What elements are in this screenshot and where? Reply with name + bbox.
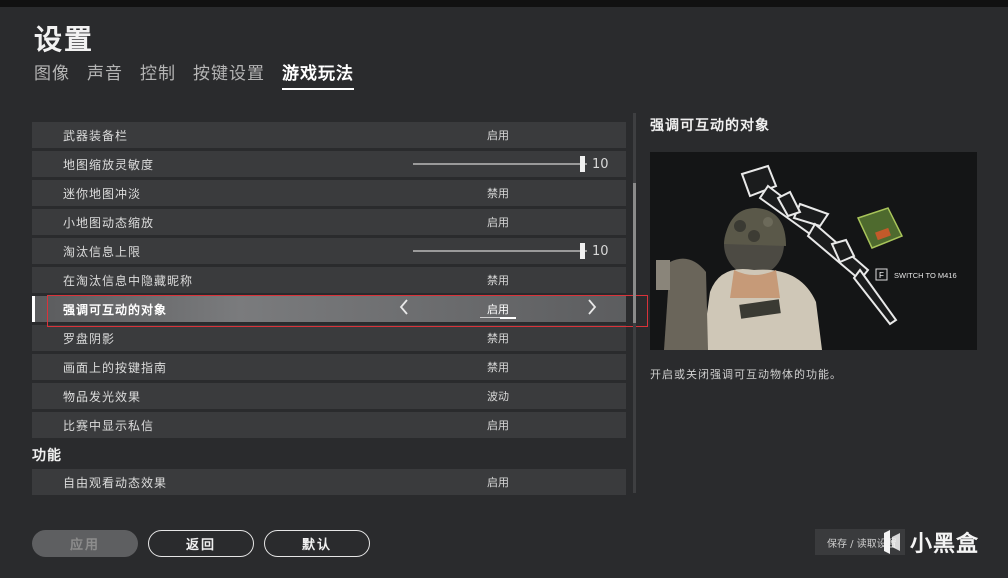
heybox-logo-icon [884, 530, 900, 554]
detail-description: 开启或关闭强调可互动物体的功能。 [650, 368, 842, 381]
top-bar [0, 0, 1008, 7]
setting-row-weapon-bar[interactable]: 武器装备栏 启用 [32, 122, 626, 148]
slider-value: 10 [592, 156, 609, 172]
setting-label: 淘汰信息上限 [63, 244, 142, 259]
setting-label: 小地图动态缩放 [63, 215, 155, 230]
setting-row-map-zoom-sensitivity[interactable]: 地图缩放灵敏度 10 [32, 151, 626, 177]
slider-thumb[interactable] [580, 243, 585, 259]
setting-label: 物品发光效果 [63, 389, 142, 404]
tab-graphics[interactable]: 图像 [34, 59, 70, 90]
setting-label: 迷你地图冲淡 [63, 186, 142, 201]
setting-value[interactable]: 启用 [472, 474, 524, 490]
setting-row-free-look-effect[interactable]: 自由观看动态效果 启用 [32, 469, 626, 495]
watermark-text: 小黑盒 [910, 532, 980, 557]
setting-row-kill-feed-limit[interactable]: 淘汰信息上限 10 [32, 238, 626, 264]
back-button[interactable]: 返回 [148, 530, 254, 557]
detail-preview-image: F SWITCH TO M416 [650, 152, 977, 350]
setting-label: 武器装备栏 [63, 128, 129, 143]
setting-value[interactable]: 启用 [472, 417, 524, 433]
setting-value[interactable]: 禁用 [472, 359, 524, 375]
slider-value: 10 [592, 243, 609, 259]
setting-value[interactable]: 禁用 [472, 272, 524, 288]
setting-label: 罗盘阴影 [63, 331, 116, 346]
setting-label: 在淘汰信息中隐藏昵称 [63, 273, 194, 288]
tab-gameplay[interactable]: 游戏玩法 [282, 59, 354, 90]
setting-label: 画面上的按键指南 [63, 360, 168, 375]
settings-tabs: 图像 声音 控制 按键设置 游戏玩法 [34, 59, 371, 90]
scrollbar-thumb[interactable] [633, 183, 636, 323]
tab-keybindings[interactable]: 按键设置 [193, 59, 265, 90]
prompt-key: F [879, 271, 884, 280]
setting-row-item-glow[interactable]: 物品发光效果 波动 [32, 383, 626, 409]
default-button[interactable]: 默认 [264, 530, 370, 557]
apply-button[interactable]: 应用 [32, 530, 138, 557]
setting-row-minimap-dynamic-zoom[interactable]: 小地图动态缩放 启用 [32, 209, 626, 235]
setting-row-minimap-fade[interactable]: 迷你地图冲淡 禁用 [32, 180, 626, 206]
tab-audio[interactable]: 声音 [87, 59, 123, 90]
prompt-caption: SWITCH TO M416 [894, 271, 957, 280]
setting-value[interactable]: 启用 [472, 127, 524, 143]
slider-thumb[interactable] [580, 156, 585, 172]
setting-label: 自由观看动态效果 [63, 475, 168, 490]
setting-value[interactable]: 启用 [472, 214, 524, 230]
setting-label: 地图缩放灵敏度 [63, 157, 155, 172]
setting-value[interactable]: 禁用 [472, 185, 524, 201]
slider-track[interactable] [413, 250, 587, 252]
setting-value[interactable]: 禁用 [472, 330, 524, 346]
setting-value[interactable]: 波动 [472, 388, 524, 404]
watermark: 小黑盒 [880, 526, 979, 558]
slider-track[interactable] [413, 163, 587, 165]
tab-control[interactable]: 控制 [140, 59, 176, 90]
annotation-highlight-box [47, 295, 648, 327]
setting-row-onscreen-key-guide[interactable]: 画面上的按键指南 禁用 [32, 354, 626, 380]
setting-label: 比赛中显示私信 [63, 418, 155, 433]
page-title: 设置 [34, 23, 95, 56]
detail-title: 强调可互动的对象 [650, 118, 770, 134]
section-header-features: 功能 [32, 448, 62, 464]
setting-row-hide-nickname[interactable]: 在淘汰信息中隐藏昵称 禁用 [32, 267, 626, 293]
setting-row-compass-shadow[interactable]: 罗盘阴影 禁用 [32, 325, 626, 351]
selection-marker [32, 296, 35, 322]
setting-row-show-dms[interactable]: 比赛中显示私信 启用 [32, 412, 626, 438]
